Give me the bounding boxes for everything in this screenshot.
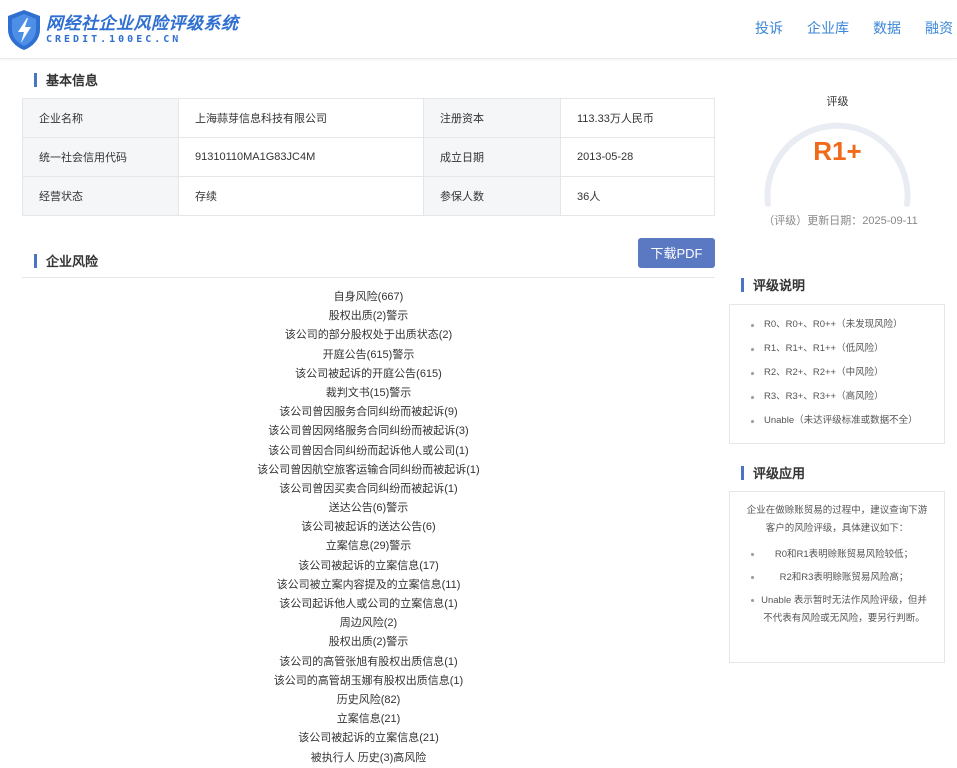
list-item: 该公司被起诉的开庭公告(615) xyxy=(295,367,442,380)
basic-info-table: 企业名称 上海蒜芽信息科技有限公司 注册资本 113.33万人民币 统一社会信用… xyxy=(22,98,715,216)
nav-company-library[interactable]: 企业库 xyxy=(807,19,849,37)
top-header: 网经社企业风险评级系统 CREDIT.100EC.CN 投诉 企业库 数据 融资 xyxy=(0,0,957,59)
table-row: 统一社会信用代码 91310110MA1G83JC4M 成立日期 2013-05… xyxy=(22,137,715,177)
table-cell: 上海蒜芽信息科技有限公司 xyxy=(178,98,424,138)
list-item: R0和R1表明赊账贸易风险较低； xyxy=(730,546,944,564)
table-cell: 企业名称 xyxy=(22,98,179,138)
list-item: 该公司被立案内容提及的立案信息(11) xyxy=(276,578,461,591)
application-intro: 企业在做赊账贸易的过程中，建议查询下游客户的风险评级，具体建议如下： xyxy=(746,505,928,534)
rating-gauge: 评级 R1+ xyxy=(760,92,915,207)
list-item: 开庭公告(615)警示 xyxy=(322,348,415,361)
list-item: R2、R2+、R2++（中风险） xyxy=(730,361,944,385)
table-cell: 统一社会信用代码 xyxy=(22,137,179,177)
application-panel: 企业在做赊账贸易的过程中，建议查询下游客户的风险评级，具体建议如下： R0和R1… xyxy=(729,491,945,663)
list-item: 该公司被起诉的送达公告(6) xyxy=(301,521,436,534)
main-nav: 投诉 企业库 数据 融资 xyxy=(731,19,953,37)
table-cell: 36人 xyxy=(560,176,715,216)
list-item: 该公司的高管胡玉娜有股权出质信息(1) xyxy=(273,674,464,687)
list-item: 裁判文书(15)警示 xyxy=(325,386,412,399)
list-item: 该公司起诉他人或公司的立案信息(1) xyxy=(279,598,458,610)
rating-update-date: （评级）更新日期：2025-09-11 xyxy=(763,215,918,227)
legend-panel: R0、R0+、R0++（未发现风险） R1、R1+、R1++（低风险） R2、R… xyxy=(729,304,945,444)
table-cell: 注册资本 xyxy=(423,98,561,138)
list-item: R0、R0+、R0++（未发现风险） xyxy=(730,313,944,337)
logo-english-text: CREDIT.100EC.CN xyxy=(46,34,182,45)
list-item: Unable（未达评级标准或数据不全） xyxy=(730,409,944,433)
nav-complaint[interactable]: 投诉 xyxy=(755,19,783,37)
table-row: 企业名称 上海蒜芽信息科技有限公司 注册资本 113.33万人民币 xyxy=(22,98,715,138)
table-row: 经营状态 存续 参保人数 36人 xyxy=(22,176,715,216)
list-item: 该公司被起诉的立案信息(21) xyxy=(298,732,439,745)
table-cell: 存续 xyxy=(178,176,424,216)
table-cell: 经营状态 xyxy=(22,176,179,216)
list-item: 自身风险(667) xyxy=(333,291,404,303)
risk-list: 自身风险(667) 股权出质(2)警示 该公司的部分股权处于出质状态(2) 开庭… xyxy=(22,288,715,768)
table-cell: 参保人数 xyxy=(423,176,561,216)
list-item: 该公司的部分股权处于出质状态(2) xyxy=(284,329,453,342)
list-item: 历史风险(82) xyxy=(336,693,401,706)
nav-financing[interactable]: 融资 xyxy=(925,19,953,37)
download-pdf-button[interactable]: 下载PDF xyxy=(638,238,715,268)
list-item: 该公司曾因航空旅客运输合同纠纷而被起诉(1) xyxy=(257,463,480,476)
list-item: 该公司曾因买卖合同纠纷而被起诉(1) xyxy=(279,482,458,495)
rating-label: 评级 xyxy=(826,96,849,108)
list-item: R1、R1+、R1++（低风险） xyxy=(730,337,944,361)
logo-chinese-text: 网经社企业风险评级系统 xyxy=(46,14,239,33)
application-title: 评级应用 xyxy=(741,466,805,482)
basic-info-title: 基本信息 xyxy=(34,73,98,89)
list-item: 立案信息(21) xyxy=(336,713,401,726)
list-item: 股权出质(2)警示 xyxy=(328,636,409,649)
list-item: 被执行人 历史(3)高风险 xyxy=(310,751,427,764)
list-item: 该公司曾因服务合同纠纷而被起诉(9) xyxy=(279,406,458,419)
rating-value: R1+ xyxy=(813,136,862,166)
list-item: R2和R3表明赊账贸易风险高； xyxy=(730,569,944,587)
divider xyxy=(22,277,715,278)
nav-data[interactable]: 数据 xyxy=(873,19,901,37)
legend-title: 评级说明 xyxy=(741,278,805,294)
list-item: 周边风险(2) xyxy=(339,617,398,630)
list-item: 该公司曾因合同纠纷而起诉他人或公司(1) xyxy=(268,444,469,457)
list-item: 股权出质(2)警示 xyxy=(328,310,409,323)
shield-lightning-icon xyxy=(8,10,40,50)
table-cell: 成立日期 xyxy=(423,137,561,177)
list-item: R3、R3+、R3++（高风险） xyxy=(730,385,944,409)
list-item: 该公司的高管张旭有股权出质信息(1) xyxy=(279,655,458,668)
list-item: 该公司曾因网络服务合同纠纷而被起诉(3) xyxy=(268,425,469,438)
list-item: 该公司被起诉的立案信息(17) xyxy=(298,559,439,572)
table-cell: 2013-05-28 xyxy=(560,137,715,177)
risk-title: 企业风险 xyxy=(34,254,98,270)
list-item: 立案信息(29)警示 xyxy=(325,540,412,553)
table-cell: 91310110MA1G83JC4M xyxy=(178,137,424,177)
list-item: Unable 表示暂时无法作风险评级，但并不代表有风险或无风险，要另行判断。 xyxy=(730,592,944,628)
site-logo[interactable]: 网经社企业风险评级系统 CREDIT.100EC.CN xyxy=(6,8,239,52)
list-item: 送达公告(6)警示 xyxy=(328,502,409,515)
table-cell: 113.33万人民币 xyxy=(560,98,715,138)
